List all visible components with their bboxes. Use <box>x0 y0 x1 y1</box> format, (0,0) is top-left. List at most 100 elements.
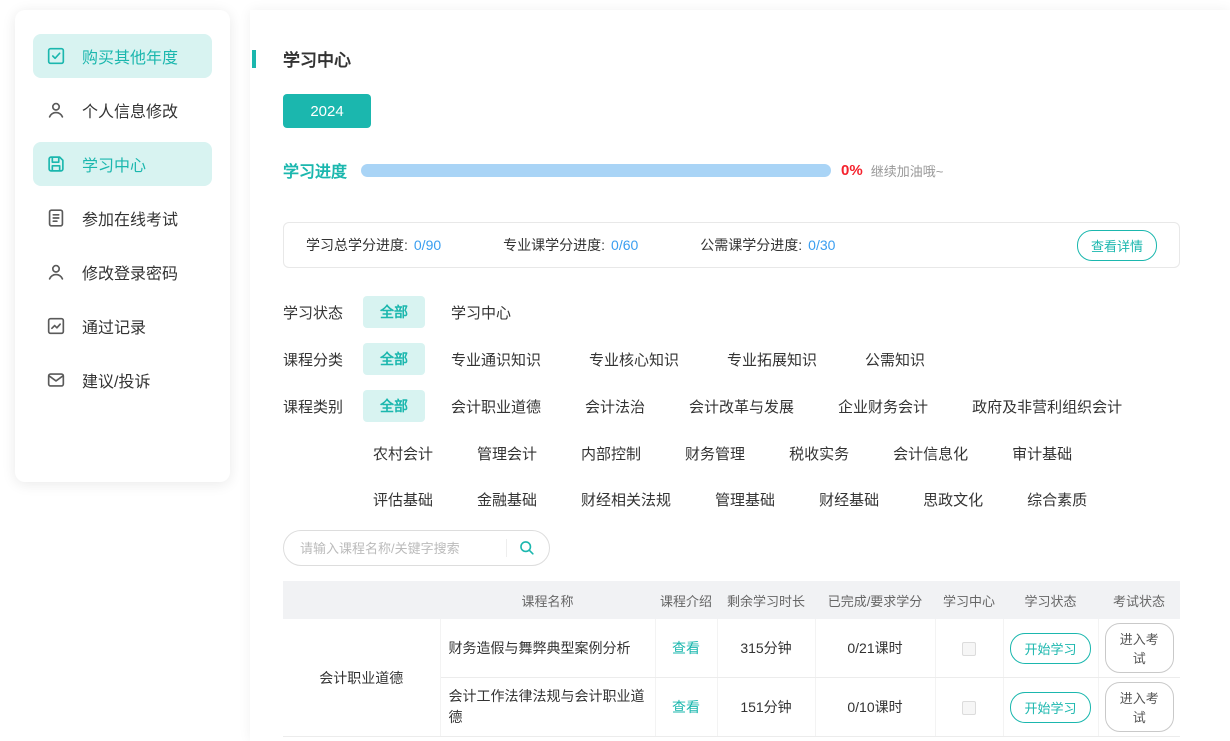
progress-stats: 学习总学分进度:0/90 专业课学分进度: 0/60 公需课学分进度: 0/30 <box>306 235 897 255</box>
enter-exam-button[interactable]: 进入考试 <box>1105 682 1175 732</box>
filter-option[interactable]: 农村会计 <box>373 443 433 464</box>
filter-all-chip[interactable]: 全部 <box>363 343 425 375</box>
save-icon <box>45 153 67 175</box>
view-course-link[interactable]: 查看 <box>672 699 700 715</box>
course-name-cell: 会计工作法律法规与会计职业道德 <box>440 678 655 737</box>
course-table: 课程名称课程介绍剩余学习时长已完成/要求学分学习中心学习状态考试状态 会计职业道… <box>283 581 1180 737</box>
select-checkbox[interactable] <box>962 701 976 715</box>
filter-label: 课程分类 <box>283 349 363 370</box>
sidebar: 购买其他年度个人信息修改学习中心参加在线考试修改登录密码通过记录建议/投诉 <box>15 10 230 482</box>
filter-all-chip[interactable]: 全部 <box>363 296 425 328</box>
sidebar-item[interactable]: 学习中心 <box>33 142 212 186</box>
credit-stat: 公需课学分进度: 0/30 <box>700 235 835 255</box>
filter-option[interactable]: 综合素质 <box>1027 489 1087 510</box>
filter-option[interactable]: 企业财务会计 <box>838 396 928 417</box>
sidebar-item[interactable]: 个人信息修改 <box>33 88 212 132</box>
progress-label: 学习进度 <box>283 158 347 182</box>
sidebar-item[interactable]: 通过记录 <box>33 304 212 348</box>
table-row: 会计职业道德财务造假与舞弊典型案例分析查看315分钟0/21课时开始学习进入考试 <box>283 619 1180 678</box>
sidebar-item[interactable]: 购买其他年度 <box>33 34 212 78</box>
filter-option[interactable]: 思政文化 <box>923 489 983 510</box>
filter-option[interactable]: 会计法治 <box>585 396 645 417</box>
sidebar-item-label: 修改登录密码 <box>82 260 178 284</box>
filter-option[interactable]: 税收实务 <box>789 443 849 464</box>
title-accent-bar <box>252 50 256 68</box>
header-cell-category <box>283 581 440 619</box>
filter-block: 课程分类全部 专业通识知识 专业核心知识 专业拓展知识 公需知识 <box>283 343 1230 375</box>
search-input[interactable] <box>300 541 496 556</box>
credit-stat: 学习总学分进度:0/90 <box>306 235 441 255</box>
year-tab-button[interactable]: 2024 <box>283 94 371 128</box>
user-icon <box>45 99 67 121</box>
stat-label: 公需课学分进度: <box>700 237 802 253</box>
filter-option[interactable]: 专业核心知识 <box>589 349 679 370</box>
user-icon <box>45 261 67 283</box>
course-category-cell: 会计职业道德 <box>283 619 440 737</box>
filter-option[interactable]: 财经相关法规 <box>581 489 671 510</box>
header-cell: 已完成/要求学分 <box>815 581 935 619</box>
credit-stats-box: 学习总学分进度:0/90 专业课学分进度: 0/60 公需课学分进度: 0/30 查看详… <box>283 222 1180 268</box>
filter-option[interactable]: 学习中心 <box>451 302 511 323</box>
sidebar-item[interactable]: 建议/投诉 <box>33 358 212 402</box>
exam-icon <box>45 207 67 229</box>
search-box <box>283 530 550 566</box>
sidebar-menu: 购买其他年度个人信息修改学习中心参加在线考试修改登录密码通过记录建议/投诉 <box>15 34 230 402</box>
sidebar-item[interactable]: 修改登录密码 <box>33 250 212 294</box>
filter-option[interactable]: 评估基础 <box>373 489 433 510</box>
filter-option[interactable]: 专业通识知识 <box>451 349 541 370</box>
progress-note: 继续加油哦~ <box>871 161 944 180</box>
remaining-time-cell: 315分钟 <box>717 619 815 678</box>
start-study-button[interactable]: 开始学习 <box>1010 633 1090 664</box>
mail-icon <box>45 369 67 391</box>
filter-option[interactable]: 审计基础 <box>1012 443 1072 464</box>
stat-label: 专业课学分进度: <box>503 237 605 253</box>
filter-section: 学习状态全部学习中心课程分类全部专业通识知识专业核心知识专业拓展知识公需知识课程… <box>283 296 1230 514</box>
filter-option[interactable]: 财务管理 <box>685 443 745 464</box>
search-divider <box>506 539 507 557</box>
start-study-button[interactable]: 开始学习 <box>1010 692 1090 723</box>
filter-option[interactable]: 政府及非营利组织会计 <box>972 396 1122 417</box>
filter-option[interactable]: 管理基础 <box>715 489 775 510</box>
header-cell: 学习中心 <box>935 581 1003 619</box>
credit-stat: 专业课学分进度: 0/60 <box>503 235 638 255</box>
sidebar-item-label: 个人信息修改 <box>82 98 178 122</box>
course-table-wrap: 课程名称课程介绍剩余学习时长已完成/要求学分学习中心学习状态考试状态 会计职业道… <box>283 581 1180 737</box>
filter-block: 学习状态全部 学习中心 <box>283 296 1230 328</box>
filter-option[interactable]: 财经基础 <box>819 489 879 510</box>
filter-option[interactable]: 金融基础 <box>477 489 537 510</box>
page-title: 学习中心 <box>283 46 351 71</box>
sidebar-item[interactable]: 参加在线考试 <box>33 196 212 240</box>
table-header-row: 课程名称课程介绍剩余学习时长已完成/要求学分学习中心学习状态考试状态 <box>283 581 1180 619</box>
record-icon <box>45 315 67 337</box>
filter-option[interactable]: 内部控制 <box>581 443 641 464</box>
progress-bar <box>361 164 831 177</box>
remaining-time-cell: 151分钟 <box>717 678 815 737</box>
progress-percent: 0% <box>841 162 863 179</box>
filter-label: 课程类别 <box>283 396 363 417</box>
header-cell: 考试状态 <box>1098 581 1180 619</box>
sidebar-item-label: 通过记录 <box>82 314 146 338</box>
header-cell: 课程名称 <box>440 581 655 619</box>
checklist-icon <box>45 45 67 67</box>
credits-cell: 0/21课时 <box>815 619 935 678</box>
filter-label: 学习状态 <box>283 302 363 323</box>
view-details-button[interactable]: 查看详情 <box>1077 230 1157 261</box>
filter-all-chip[interactable]: 全部 <box>363 390 425 422</box>
filter-option[interactable]: 会计信息化 <box>893 443 968 464</box>
page: 购买其他年度个人信息修改学习中心参加在线考试修改登录密码通过记录建议/投诉 学习… <box>0 0 1230 741</box>
filter-option[interactable]: 管理会计 <box>477 443 537 464</box>
filter-option[interactable]: 会计改革与发展 <box>689 396 794 417</box>
main-panel: 学习中心 2024 学习进度 0% 继续加油哦~ 学习总学分进度:0/90 专业课… <box>250 10 1230 741</box>
stat-value: 0/60 <box>611 237 638 253</box>
stat-value: 0/30 <box>808 237 835 253</box>
view-course-link[interactable]: 查看 <box>672 640 700 656</box>
filter-option[interactable]: 公需知识 <box>865 349 925 370</box>
page-title-row: 学习中心 <box>252 46 1230 71</box>
sidebar-item-label: 学习中心 <box>82 152 146 176</box>
select-checkbox[interactable] <box>962 642 976 656</box>
search-icon[interactable] <box>517 538 537 558</box>
filter-option[interactable]: 专业拓展知识 <box>727 349 817 370</box>
filter-option[interactable]: 会计职业道德 <box>451 396 541 417</box>
course-name-cell: 财务造假与舞弊典型案例分析 <box>440 619 655 678</box>
enter-exam-button[interactable]: 进入考试 <box>1105 623 1175 673</box>
